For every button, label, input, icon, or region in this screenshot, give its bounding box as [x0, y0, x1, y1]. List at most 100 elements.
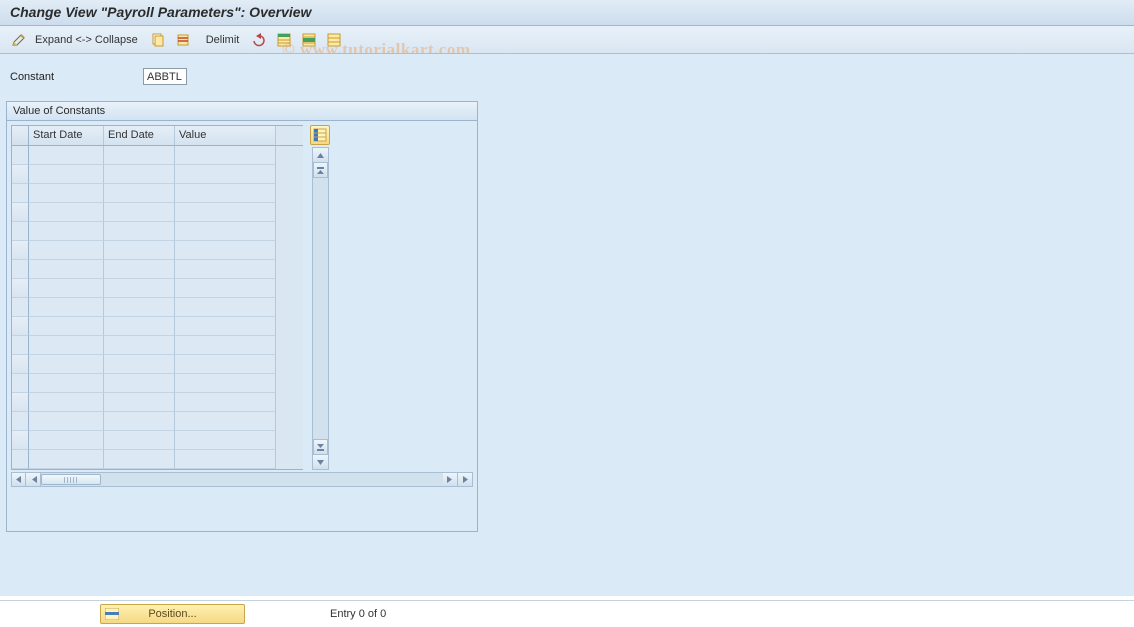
row-selector[interactable] — [12, 298, 29, 317]
cell-value[interactable] — [175, 146, 276, 165]
cell-start-date[interactable] — [29, 317, 104, 336]
table-row[interactable] — [12, 317, 303, 336]
row-selector[interactable] — [12, 241, 29, 260]
cell-end-date[interactable] — [104, 241, 175, 260]
row-selector[interactable] — [12, 203, 29, 222]
constant-input[interactable] — [143, 68, 187, 85]
cell-value[interactable] — [175, 412, 276, 431]
cell-start-date[interactable] — [29, 431, 104, 450]
table-row[interactable] — [12, 165, 303, 184]
row-selector[interactable] — [12, 146, 29, 165]
cell-start-date[interactable] — [29, 146, 104, 165]
row-selector[interactable] — [12, 450, 29, 469]
cell-end-date[interactable] — [104, 336, 175, 355]
cell-value[interactable] — [175, 393, 276, 412]
delete-button[interactable] — [172, 30, 194, 50]
deselect-all-button[interactable] — [323, 30, 345, 50]
cell-start-date[interactable] — [29, 450, 104, 469]
cell-start-date[interactable] — [29, 241, 104, 260]
table-row[interactable] — [12, 146, 303, 165]
table-row[interactable] — [12, 298, 303, 317]
position-button[interactable]: Position... — [100, 604, 245, 624]
cell-end-date[interactable] — [104, 203, 175, 222]
constants-table[interactable]: Start Date End Date Value — [11, 125, 303, 470]
cell-end-date[interactable] — [104, 393, 175, 412]
row-selector[interactable] — [12, 184, 29, 203]
cell-value[interactable] — [175, 241, 276, 260]
row-selector[interactable] — [12, 412, 29, 431]
cell-value[interactable] — [175, 165, 276, 184]
table-row[interactable] — [12, 184, 303, 203]
cell-start-date[interactable] — [29, 412, 104, 431]
row-selector[interactable] — [12, 317, 29, 336]
cell-start-date[interactable] — [29, 165, 104, 184]
scroll-first-button[interactable] — [11, 472, 26, 487]
table-row[interactable] — [12, 260, 303, 279]
cell-value[interactable] — [175, 317, 276, 336]
undo-button[interactable] — [248, 30, 270, 50]
col-value[interactable]: Value — [175, 126, 276, 145]
cell-start-date[interactable] — [29, 184, 104, 203]
cell-end-date[interactable] — [104, 431, 175, 450]
cell-end-date[interactable] — [104, 165, 175, 184]
table-row[interactable] — [12, 374, 303, 393]
cell-value[interactable] — [175, 355, 276, 374]
col-start-date[interactable]: Start Date — [29, 126, 104, 145]
scroll-thumb[interactable] — [41, 474, 101, 485]
row-selector[interactable] — [12, 279, 29, 298]
cell-end-date[interactable] — [104, 355, 175, 374]
select-all-button[interactable] — [273, 30, 295, 50]
copy-button[interactable] — [147, 30, 169, 50]
cell-value[interactable] — [175, 184, 276, 203]
scroll-up-button[interactable] — [313, 148, 328, 163]
table-row[interactable] — [12, 355, 303, 374]
table-settings-button[interactable] — [310, 125, 330, 145]
cell-value[interactable] — [175, 222, 276, 241]
cell-start-date[interactable] — [29, 355, 104, 374]
scroll-down-button[interactable] — [313, 454, 328, 469]
row-selector[interactable] — [12, 165, 29, 184]
row-selector-header[interactable] — [12, 126, 29, 145]
cell-start-date[interactable] — [29, 298, 104, 317]
table-row[interactable] — [12, 203, 303, 222]
table-row[interactable] — [12, 412, 303, 431]
cell-end-date[interactable] — [104, 450, 175, 469]
cell-end-date[interactable] — [104, 412, 175, 431]
row-selector[interactable] — [12, 336, 29, 355]
row-selector[interactable] — [12, 355, 29, 374]
delimit-button[interactable]: Delimit — [204, 30, 246, 50]
expand-collapse-button[interactable]: Expand <-> Collapse — [33, 30, 144, 50]
scroll-right-button[interactable] — [443, 472, 458, 487]
cell-end-date[interactable] — [104, 298, 175, 317]
cell-end-date[interactable] — [104, 317, 175, 336]
row-selector[interactable] — [12, 260, 29, 279]
select-block-button[interactable] — [298, 30, 320, 50]
vertical-scrollbar[interactable] — [312, 147, 329, 470]
cell-start-date[interactable] — [29, 203, 104, 222]
cell-end-date[interactable] — [104, 279, 175, 298]
cell-value[interactable] — [175, 336, 276, 355]
cell-value[interactable] — [175, 374, 276, 393]
row-selector[interactable] — [12, 374, 29, 393]
cell-end-date[interactable] — [104, 260, 175, 279]
table-row[interactable] — [12, 279, 303, 298]
cell-value[interactable] — [175, 298, 276, 317]
table-row[interactable] — [12, 450, 303, 469]
cell-value[interactable] — [175, 260, 276, 279]
cell-value[interactable] — [175, 431, 276, 450]
cell-value[interactable] — [175, 450, 276, 469]
cell-end-date[interactable] — [104, 184, 175, 203]
row-selector[interactable] — [12, 393, 29, 412]
table-row[interactable] — [12, 393, 303, 412]
cell-value[interactable] — [175, 203, 276, 222]
scroll-page-up-button[interactable] — [313, 163, 328, 178]
table-row[interactable] — [12, 222, 303, 241]
cell-end-date[interactable] — [104, 374, 175, 393]
cell-end-date[interactable] — [104, 146, 175, 165]
scroll-left-button[interactable] — [26, 472, 41, 487]
scroll-page-down-button[interactable] — [313, 439, 328, 454]
table-row[interactable] — [12, 336, 303, 355]
scroll-last-button[interactable] — [458, 472, 473, 487]
cell-end-date[interactable] — [104, 222, 175, 241]
cell-start-date[interactable] — [29, 260, 104, 279]
